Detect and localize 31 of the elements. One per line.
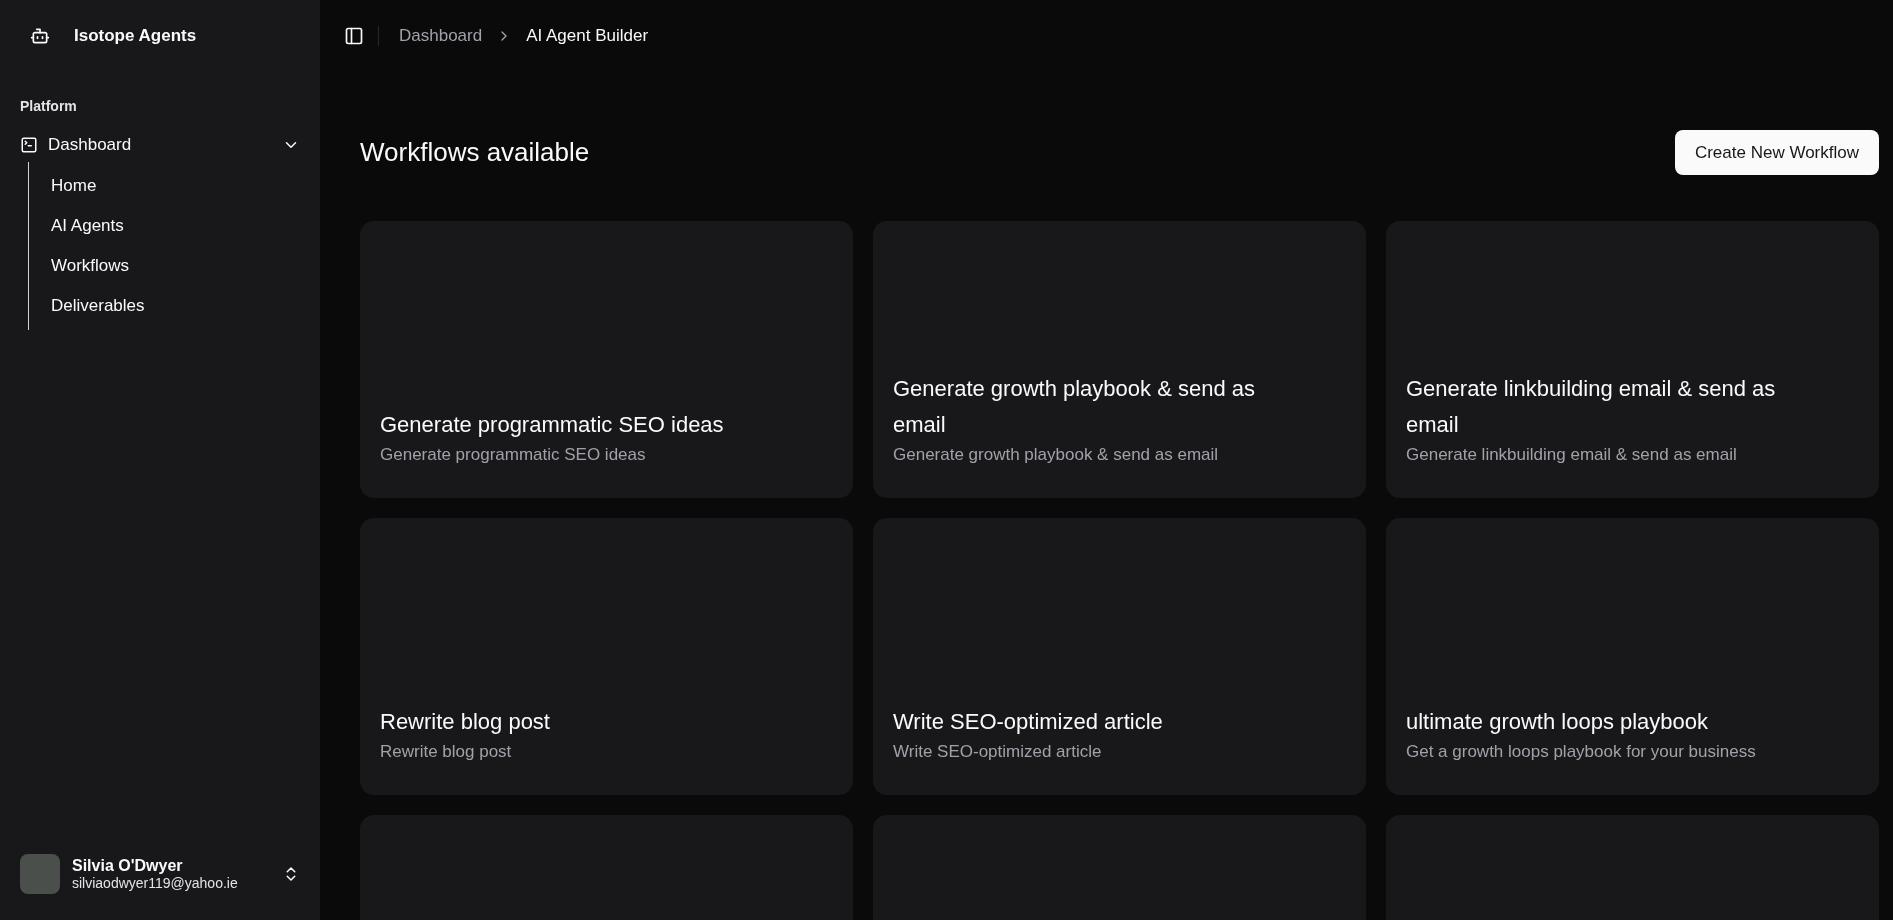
nav-subitem[interactable]: Deliverables bbox=[51, 286, 300, 326]
user-email: silviaodwyer119@yahoo.ie bbox=[72, 875, 239, 891]
workflow-card[interactable]: Generate programmatic SEO ideas Generate programmatic SEO ideas bbox=[360, 221, 853, 498]
nav-subitem[interactable]: Workflows bbox=[51, 246, 300, 286]
card-title: ultimate growth loops playbook bbox=[1406, 708, 1710, 736]
breadcrumb-item: AI Agent Builder bbox=[526, 26, 649, 46]
user-name: Silvia O'Dwyer bbox=[72, 857, 184, 875]
workflow-card[interactable]: Generate linkbuilding email & send as email Generate linkbuilding email & send as email bbox=[1386, 221, 1879, 498]
card-description: Rewrite blog post bbox=[380, 742, 513, 762]
card-title: Write SEO-optimized article bbox=[893, 708, 1164, 736]
card-title: Generate linkbuilding email & send as email bbox=[1406, 375, 1777, 439]
workflow-card[interactable]: Rewrite blog post Rewrite blog post bbox=[360, 518, 853, 795]
nav-item[interactable]: Dashboard bbox=[20, 128, 300, 162]
card-title: Generate growth playbook & send as email bbox=[893, 375, 1256, 439]
group-label: Platform bbox=[20, 98, 78, 114]
workflow-card[interactable]: Generate growth playbook & send as email Generate growth playbook & send as email bbox=[873, 221, 1366, 498]
card-description: Get a growth loops playbook for your business bbox=[1406, 742, 1757, 762]
card-title: Rewrite blog post bbox=[380, 708, 551, 736]
breadcrumb-item[interactable]: Dashboard bbox=[399, 26, 483, 46]
create-workflow-button[interactable]: Create New Workflow bbox=[1674, 130, 1879, 175]
workflow-card[interactable]: Write SEO-optimized article Write SEO-optimized article bbox=[873, 518, 1366, 795]
nav-subitem[interactable]: AI Agents bbox=[51, 206, 300, 246]
card-description: Generate growth playbook & send as email bbox=[893, 445, 1220, 465]
card-title: Generate programmatic SEO ideas bbox=[380, 411, 725, 439]
card-description: Write SEO-optimized article bbox=[893, 742, 1103, 762]
brand-name: Isotope Agents bbox=[74, 26, 197, 46]
workflow-card[interactable]: ultimate growth loops playbook Get a growth loops playbook for your business bbox=[1386, 518, 1879, 795]
nav-subitem[interactable]: Home bbox=[51, 166, 300, 206]
card-description: Generate linkbuilding email & send as email bbox=[1406, 445, 1738, 465]
page-title: Workflows available bbox=[360, 137, 590, 168]
card-description: Generate programmatic SEO ideas bbox=[380, 445, 647, 465]
